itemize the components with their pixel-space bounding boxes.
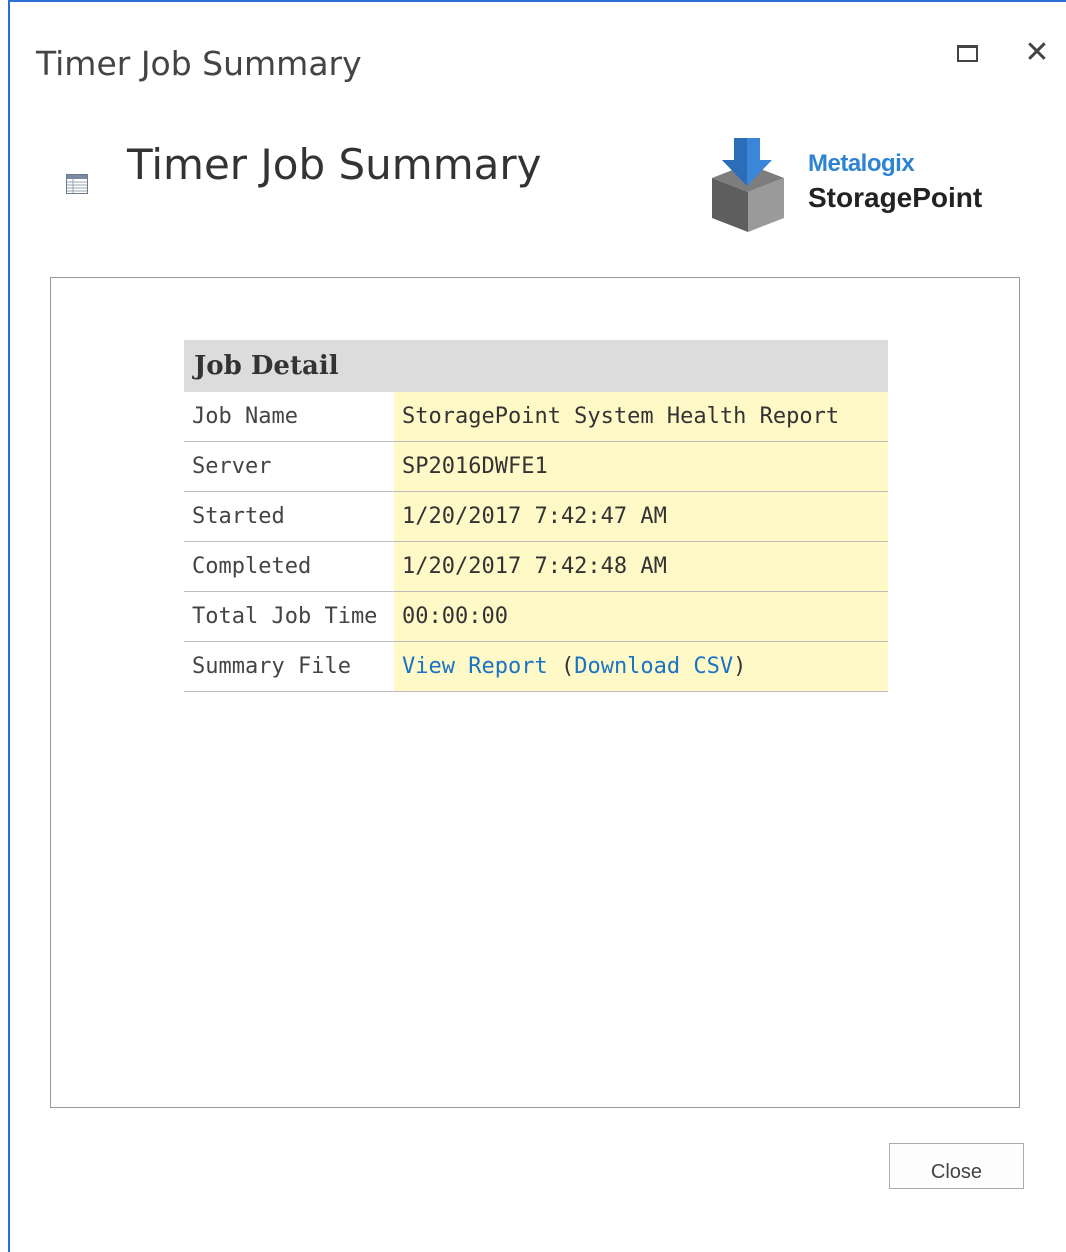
row-label: Job Name — [184, 392, 394, 442]
row-label: Total Job Time — [184, 591, 394, 642]
page-title: Timer Job Summary — [127, 140, 542, 189]
logo-product-text: StoragePoint — [808, 182, 983, 213]
close-icon: ✕ — [1024, 35, 1050, 70]
close-button[interactable]: Close — [889, 1143, 1024, 1189]
view-report-link[interactable]: View Report — [402, 654, 548, 679]
logo-brand-text: Metalogix — [808, 150, 915, 177]
row-value: 00:00:00 — [394, 591, 888, 642]
table-row: Server SP2016DWFE1 — [184, 441, 888, 492]
dialog-title: Timer Job Summary — [36, 44, 362, 83]
open-paren: ( — [547, 654, 575, 679]
row-label: Completed — [184, 541, 394, 592]
content-frame: Job Detail Job Name StoragePoint System … — [50, 277, 1020, 1108]
close-dialog-button[interactable]: ✕ — [1022, 38, 1052, 68]
close-paren: ) — [733, 654, 747, 679]
table-row-summary-file: Summary File View Report (Download CSV) — [184, 641, 888, 692]
storagepoint-logo-icon — [712, 138, 784, 232]
table-row: Job Name StoragePoint System Health Repo… — [184, 392, 888, 442]
maximize-button[interactable] — [952, 38, 982, 68]
table-row: Total Job Time 00:00:00 — [184, 591, 888, 642]
row-label: Summary File — [184, 641, 394, 692]
job-detail-table: Job Detail Job Name StoragePoint System … — [184, 340, 888, 692]
dialog-window: Timer Job Summary ✕ Timer Job Summary Me… — [8, 0, 1066, 1252]
row-value: 1/20/2017 7:42:47 AM — [394, 491, 888, 542]
row-value: SP2016DWFE1 — [394, 441, 888, 492]
table-row: Started 1/20/2017 7:42:47 AM — [184, 491, 888, 542]
download-csv-link[interactable]: Download CSV — [574, 654, 733, 679]
row-label: Server — [184, 441, 394, 492]
table-icon — [66, 174, 88, 194]
table-row: Completed 1/20/2017 7:42:48 AM — [184, 541, 888, 592]
job-detail-header: Job Detail — [184, 340, 888, 392]
metalogix-storagepoint-logo: Metalogix StoragePoint — [710, 138, 1010, 234]
row-label: Started — [184, 491, 394, 542]
summary-file-links: View Report (Download CSV) — [394, 641, 888, 692]
row-value: StoragePoint System Health Report — [394, 392, 888, 442]
maximize-icon — [956, 44, 978, 62]
row-value: 1/20/2017 7:42:48 AM — [394, 541, 888, 592]
